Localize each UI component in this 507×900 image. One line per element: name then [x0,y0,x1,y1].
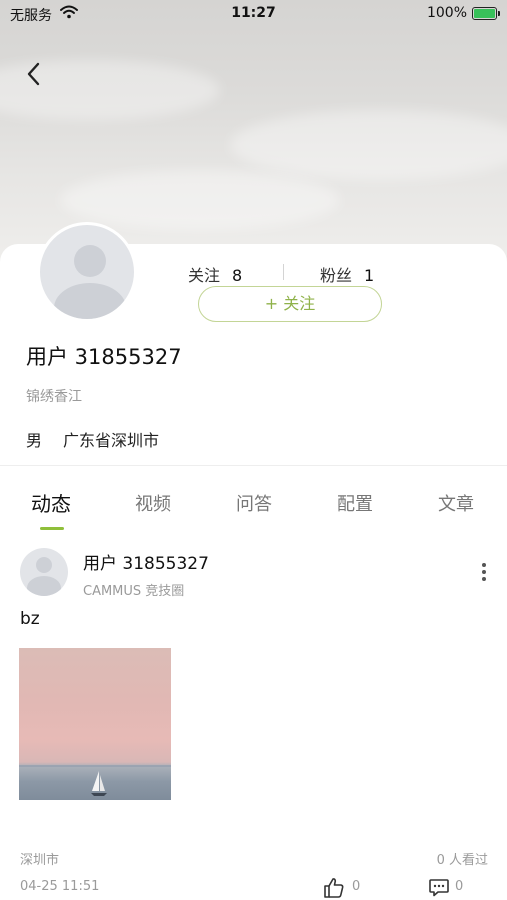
post-image[interactable] [19,648,171,800]
profile-location: 广东省深圳市 [63,431,160,450]
battery-fill [474,9,495,18]
post-author[interactable]: 用户 31855327 [83,549,209,574]
tab-articles[interactable]: 文章 [416,490,496,516]
default-avatar-icon[interactable] [37,222,137,322]
followers-count: 1 [364,266,375,285]
profile-community: 锦绣香江 [26,389,82,405]
follow-button[interactable]: + 关注 [198,286,382,322]
post-text: bz [20,609,40,629]
followers-label: 粉丝 [320,266,353,285]
following-stat[interactable]: 关注 8 [188,262,242,286]
thumbs-up-icon [324,878,344,898]
battery-percent: 100% [426,5,467,21]
content-tabs: 动态 视频 问答 配置 文章 [0,485,507,535]
section-divider [0,465,507,466]
more-vertical-icon[interactable] [476,560,492,586]
post-avatar[interactable] [20,548,68,596]
cover-cloud [60,170,340,230]
sailboat-icon [91,771,107,796]
battery-icon [472,7,500,20]
image-horizon [19,765,171,767]
status-bar: 无服务 11:27 100% [0,0,507,28]
active-tab-indicator [40,527,64,530]
profile-gender: 男 [26,431,43,450]
comment-icon [429,879,449,897]
like-count: 0 [352,879,361,894]
post-time: 04-25 11:51 [20,879,100,894]
tab-qa[interactable]: 问答 [214,490,294,516]
tab-dynamics[interactable]: 动态 [11,488,91,517]
view-count: 0 人看过 [436,853,488,868]
following-count: 8 [232,266,243,285]
post-location: 深圳市 [20,853,60,868]
tab-videos[interactable]: 视频 [113,490,193,516]
followers-stat[interactable]: 粉丝 1 [320,262,374,286]
comment-count: 0 [455,879,464,894]
post-circle[interactable]: CAMMUS 竞技圈 [83,580,184,599]
following-label: 关注 [188,266,221,285]
stat-divider [283,264,284,280]
cover-cloud [230,110,507,180]
tab-config[interactable]: 配置 [315,490,395,516]
chevron-left-icon[interactable] [22,60,46,88]
profile-username: 用户 31855327 [26,345,182,369]
